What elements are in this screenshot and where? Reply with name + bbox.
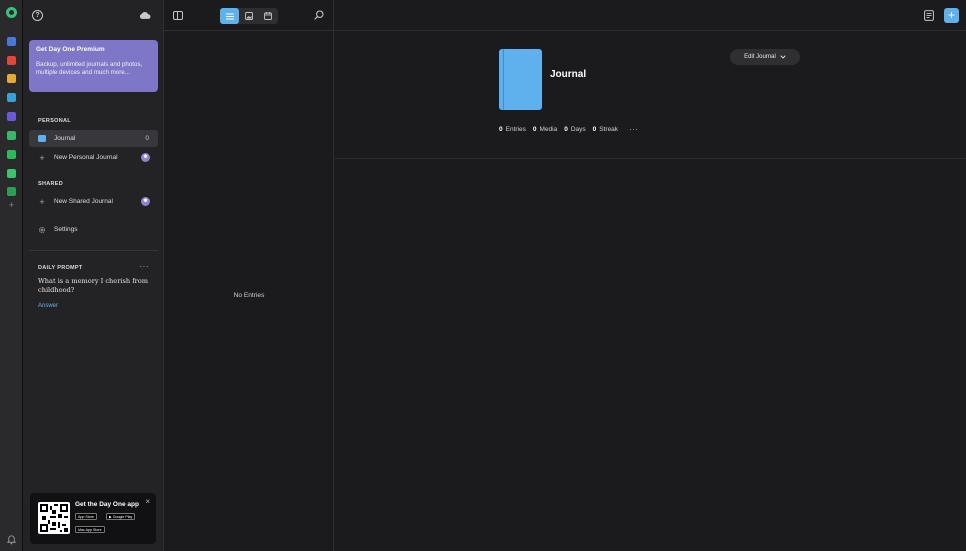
- journal-main-panel: + Journal Edit Journal 0 Entries 0 Media 0…: [334, 0, 966, 551]
- premium-promo-card[interactable]: Get Day One Premium Backup, unlimited jo…: [29, 40, 158, 92]
- stat-streak-label: Streak: [599, 126, 619, 133]
- cloud-sync-icon[interactable]: [139, 11, 151, 20]
- daily-prompt-text: What is a memory I cherish from childhoo…: [38, 277, 149, 294]
- stat-entries-value: 0: [499, 126, 503, 133]
- stat-days-value: 0: [564, 126, 568, 133]
- qr-code: [38, 502, 70, 534]
- mac-app-store-badge[interactable]: Mac App Store: [75, 526, 105, 533]
- app-dock: +: [0, 0, 23, 551]
- stat-streak: 0 Streak: [593, 126, 618, 133]
- journal-entry-count: 0: [145, 135, 149, 142]
- new-personal-journal-label: New Personal Journal: [54, 154, 118, 161]
- app-browser-icon[interactable]: [7, 93, 16, 102]
- app-messages-icon[interactable]: [7, 131, 16, 140]
- premium-description: Backup, unlimited journals and photos, m…: [36, 61, 143, 76]
- help-icon[interactable]: ?: [32, 10, 43, 21]
- get-app-card: Get the Day One app × App Store ▶ Google…: [30, 493, 156, 544]
- close-icon[interactable]: ×: [145, 497, 150, 506]
- journals-sidebar: ? Get Day One Premium Backup, unlimited …: [23, 0, 164, 551]
- add-app-icon[interactable]: +: [6, 200, 17, 211]
- calendar-icon: [264, 12, 273, 20]
- journal-stats: 0 Entries 0 Media 0 Days 0 Streak ···: [499, 125, 639, 134]
- app-finder-icon[interactable]: [7, 37, 16, 46]
- stat-days: 0 Days: [564, 126, 585, 133]
- entries-list-panel: No Entries: [164, 0, 334, 551]
- search-icon[interactable]: [314, 10, 324, 20]
- new-personal-journal-button[interactable]: + New Personal Journal ✱: [29, 149, 158, 166]
- personal-section-label: PERSONAL: [38, 118, 71, 124]
- more-icon[interactable]: ···: [629, 125, 639, 134]
- list-view-button[interactable]: [220, 8, 240, 24]
- view-switcher: [220, 8, 278, 24]
- chevron-down-icon: [780, 55, 786, 59]
- app-notes-icon[interactable]: [7, 74, 16, 83]
- stat-days-label: Days: [570, 126, 586, 133]
- image-icon: [245, 12, 253, 20]
- stat-entries-label: Entries: [505, 126, 526, 133]
- app-sheets-icon[interactable]: [7, 187, 16, 196]
- notification-bell-icon[interactable]: [6, 534, 17, 545]
- journal-header: Journal Edit Journal 0 Entries 0 Media 0 Da…: [334, 31, 966, 159]
- shared-section-label: SHARED: [38, 181, 64, 187]
- sidebar-item-journal[interactable]: Journal 0: [29, 130, 158, 147]
- app-spotify-icon[interactable]: [7, 150, 16, 159]
- gear-icon: [39, 226, 45, 233]
- answer-link[interactable]: Answer: [38, 303, 58, 309]
- app-store-badge[interactable]: App Store: [75, 513, 97, 520]
- stat-media-value: 0: [532, 126, 537, 133]
- media-view-button[interactable]: [239, 8, 258, 24]
- journal-color-icon: [38, 135, 46, 142]
- entry-template-icon[interactable]: [924, 10, 934, 21]
- premium-title: Get Day One Premium: [36, 46, 105, 53]
- daily-prompt-label: DAILY PROMPT: [38, 265, 83, 271]
- add-entry-button[interactable]: +: [944, 8, 959, 23]
- journal-title: Journal: [550, 69, 587, 80]
- sidebar-toggle-icon[interactable]: [173, 11, 183, 20]
- stat-streak-value: 0: [592, 126, 597, 133]
- get-app-title: Get the Day One app: [75, 501, 139, 508]
- app-mail-icon[interactable]: [7, 169, 16, 178]
- stat-media-label: Media: [539, 126, 558, 133]
- journal-book-icon: [499, 49, 542, 110]
- google-play-badge[interactable]: ▶ Google Play: [106, 513, 136, 520]
- journal-label: Journal: [54, 135, 76, 142]
- premium-badge-icon: ✱: [141, 153, 150, 162]
- calendar-view-button[interactable]: [259, 8, 278, 24]
- sidebar-divider: [29, 250, 158, 251]
- plus-icon: +: [39, 152, 45, 163]
- settings-label: Settings: [54, 226, 78, 233]
- stat-entries: 0 Entries: [499, 126, 526, 133]
- app-tasks-icon[interactable]: [7, 112, 16, 121]
- list-icon: [225, 13, 234, 19]
- new-shared-journal-label: New Shared Journal: [54, 198, 113, 205]
- more-icon[interactable]: ···: [140, 262, 150, 271]
- edit-journal-label: Edit Journal: [744, 54, 776, 60]
- settings-button[interactable]: Settings: [29, 221, 158, 238]
- plus-icon: +: [39, 196, 45, 207]
- edit-journal-button[interactable]: Edit Journal: [730, 49, 800, 65]
- premium-badge-icon: ✱: [141, 197, 150, 206]
- empty-state-text: No Entries: [233, 292, 265, 299]
- day-one-app-icon[interactable]: [6, 7, 17, 18]
- new-shared-journal-button[interactable]: + New Shared Journal ✱: [29, 193, 158, 210]
- stat-media: 0 Media: [533, 126, 557, 133]
- app-calendar-icon[interactable]: [7, 56, 16, 65]
